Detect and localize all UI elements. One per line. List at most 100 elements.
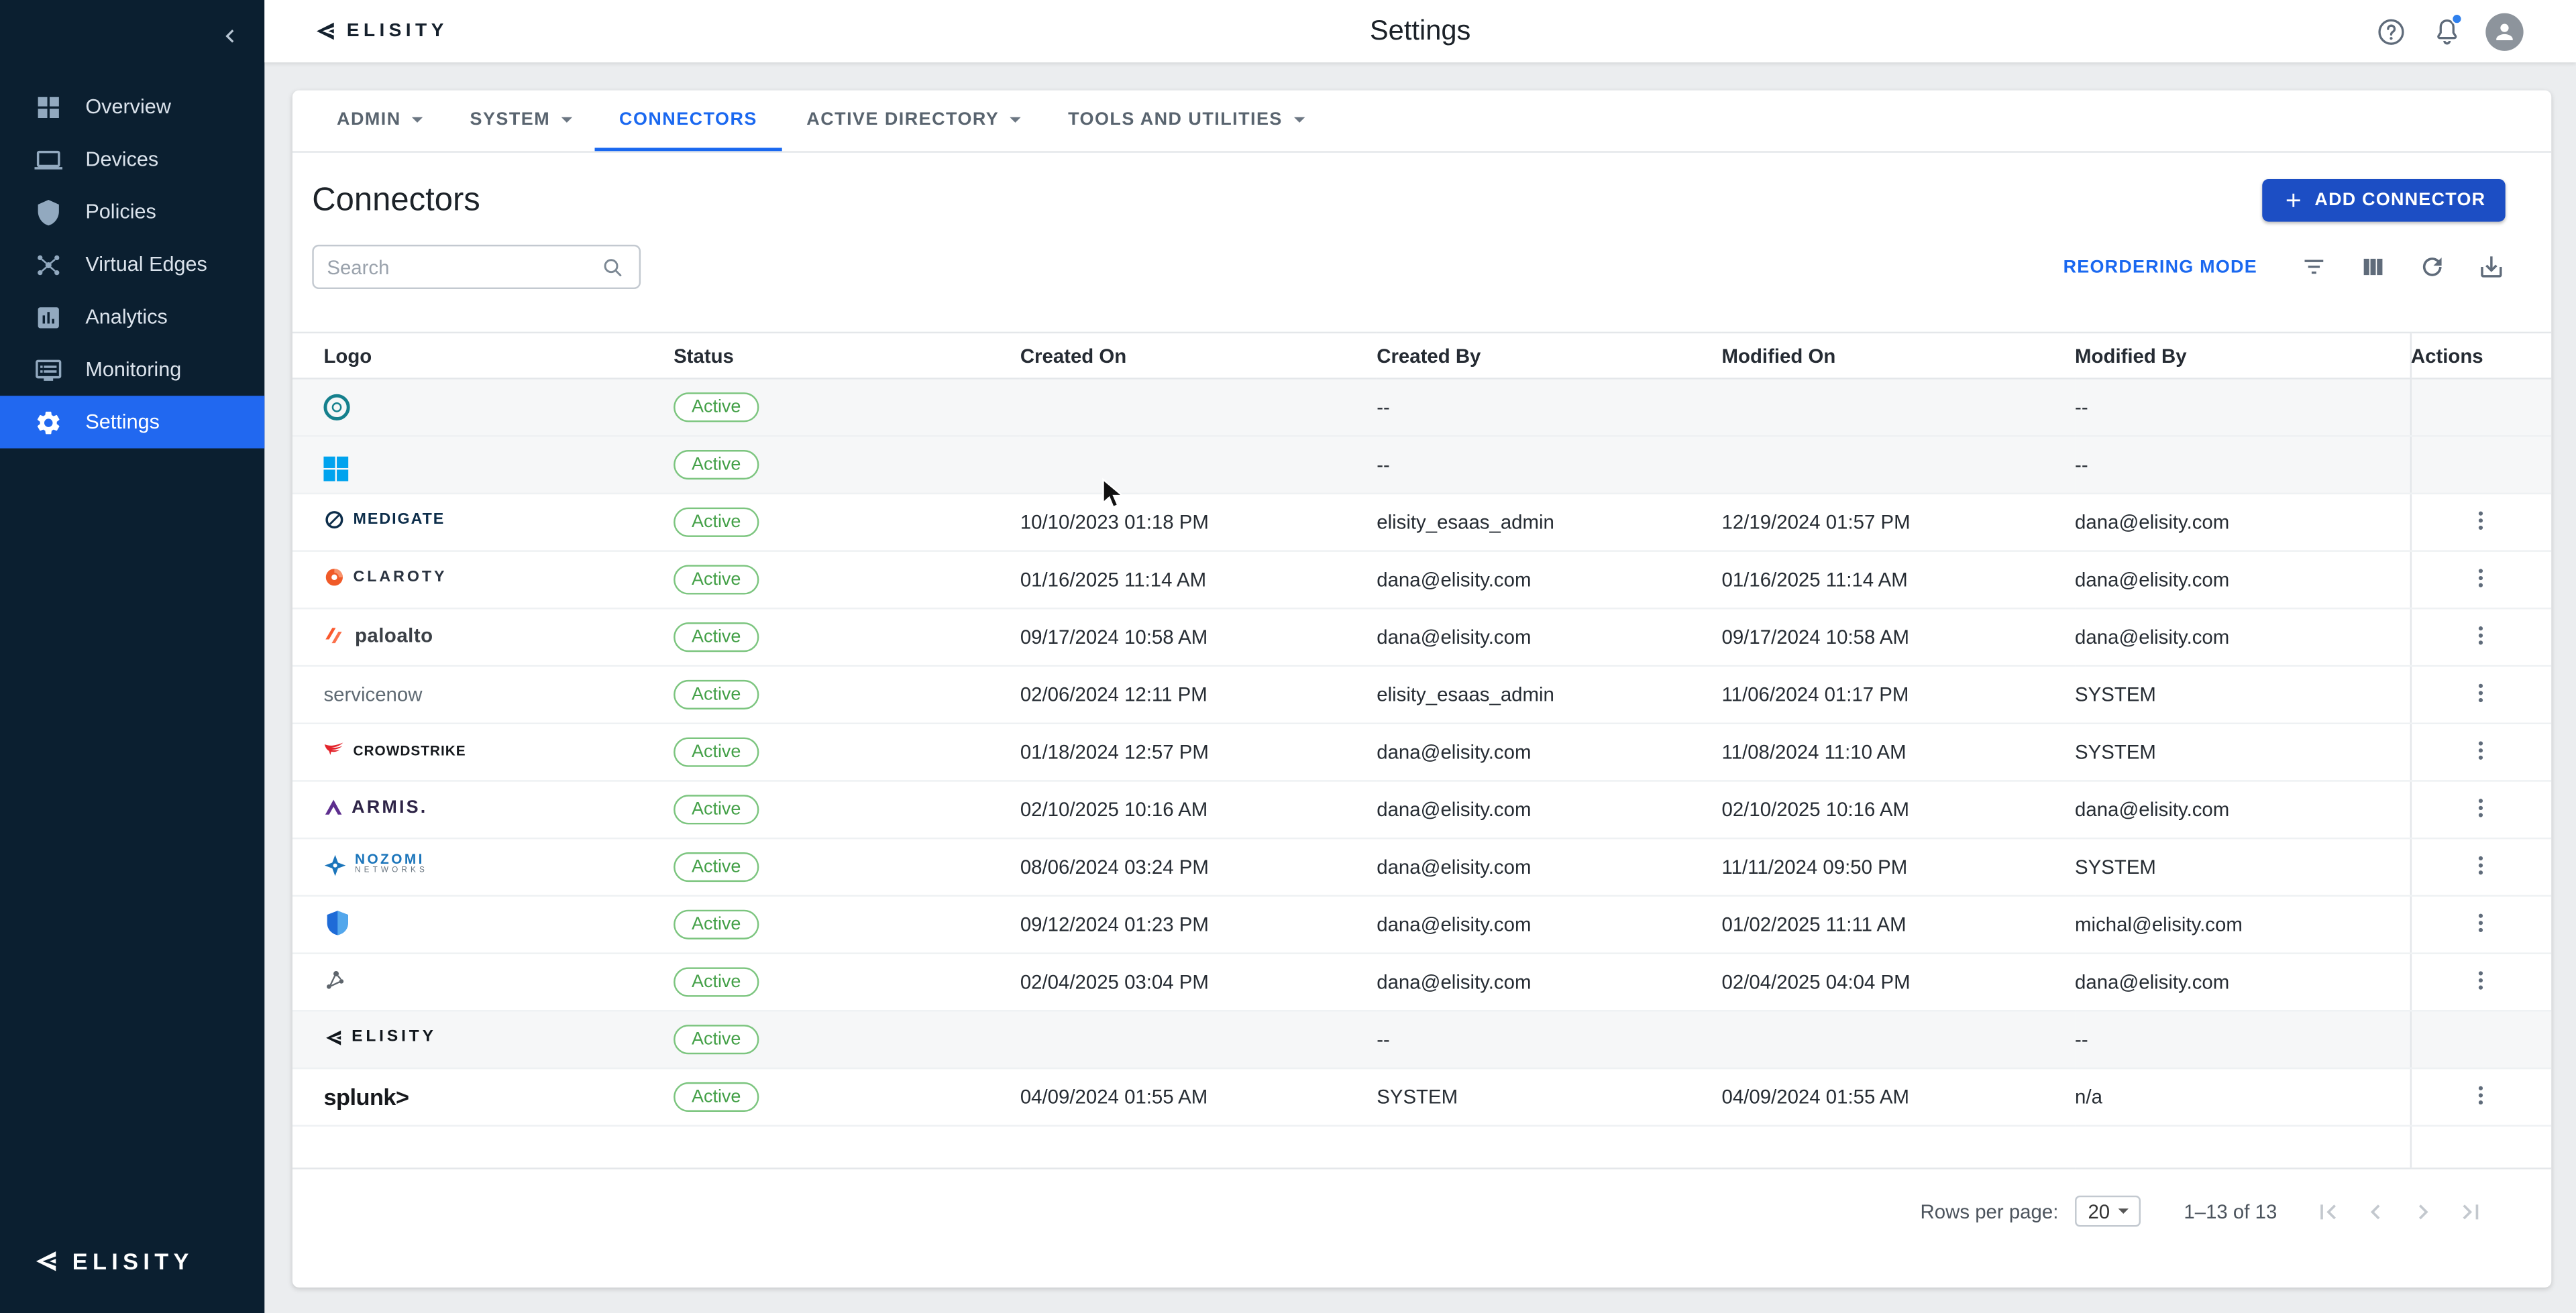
status-cell: Active	[674, 378, 1020, 436]
chevron-left-icon	[217, 23, 243, 49]
modified-on-cell: 12/19/2024 01:57 PM	[1722, 494, 2076, 551]
sidebar-item-virtual-edges[interactable]: Virtual Edges	[0, 238, 264, 290]
tab-connectors[interactable]: CONNECTORS	[594, 91, 782, 152]
column-header-modified-by: Modified By	[2075, 333, 2410, 379]
sidebar-item-settings[interactable]: Settings	[0, 396, 264, 448]
created-on-cell: 01/16/2025 11:14 AM	[1020, 551, 1377, 609]
connector-row: servicenowActive02/06/2024 12:11 PMelisi…	[292, 666, 2551, 724]
connector-logo-crowdstrike: CROWDSTRIKE	[323, 740, 466, 758]
modified-by-cell: SYSTEM	[2075, 724, 2410, 781]
logo-cell: NOZOMINETWORKS	[292, 838, 674, 896]
table-footer: Rows per page: 20 1–13 of 13	[292, 1169, 2551, 1227]
created-on-cell: 02/04/2025 03:04 PM	[1020, 954, 1377, 1011]
sidebar-item-overview[interactable]: Overview	[0, 80, 264, 133]
connectors-card: ADMINSYSTEMCONNECTORSACTIVE DIRECTORYTOO…	[292, 91, 2551, 1288]
help-icon	[2375, 15, 2406, 47]
refresh-button[interactable]	[2418, 253, 2447, 281]
connectors-table: LogoStatusCreated OnCreated ByModified O…	[292, 332, 2551, 1169]
status-cell: Active	[674, 1011, 1020, 1068]
help-button[interactable]	[2374, 15, 2407, 48]
tab-tools-and-utilities[interactable]: TOOLS AND UTILITIES	[1043, 91, 1327, 152]
download-button[interactable]	[2477, 253, 2506, 281]
connector-row: CLAROTYActive01/16/2025 11:14 AMdana@eli…	[292, 551, 2551, 609]
notifications-button[interactable]	[2430, 15, 2463, 48]
connector-logo-claroty: CLAROTY	[323, 567, 447, 588]
sidebar-collapse-button[interactable]	[212, 18, 248, 54]
rows-per-page-label: Rows per page:	[1921, 1200, 2059, 1222]
viewport-scaler: OverviewDevicesPoliciesVirtual EdgesAnal…	[0, 0, 2576, 1313]
sidebar-item-policies[interactable]: Policies	[0, 186, 264, 238]
actions-cell	[2410, 608, 2552, 666]
search-input[interactable]	[327, 255, 590, 278]
row-actions-menu-button[interactable]	[2468, 622, 2494, 648]
status-cell: Active	[674, 608, 1020, 666]
first-page-icon	[2313, 1196, 2343, 1226]
modified-on-cell: 02/10/2025 10:16 AM	[1722, 781, 2076, 838]
connector-row: NOZOMINETWORKSActive08/06/2024 03:24 PMd…	[292, 838, 2551, 896]
sidebar-brand: ELISITY	[33, 1248, 194, 1274]
row-actions-menu-button[interactable]	[2468, 1082, 2494, 1108]
row-actions-menu-button[interactable]	[2468, 679, 2494, 705]
tab-admin[interactable]: ADMIN	[312, 91, 445, 152]
sidebar-item-monitoring[interactable]: Monitoring	[0, 343, 264, 396]
filter-button[interactable]	[2300, 253, 2328, 281]
add-connector-button[interactable]: ADD CONNECTOR	[2262, 179, 2506, 222]
page-header-title: Settings	[264, 15, 2576, 48]
last-page-icon	[2456, 1196, 2485, 1226]
sidebar-item-analytics[interactable]: Analytics	[0, 290, 264, 343]
chevron-down-icon	[2112, 1199, 2137, 1224]
chevron-down-icon	[405, 106, 431, 132]
status-cell: Active	[674, 436, 1020, 494]
row-actions-menu-button[interactable]	[2468, 507, 2494, 533]
row-actions-menu-button[interactable]	[2468, 852, 2494, 878]
tab-label: TOOLS AND UTILITIES	[1068, 109, 1283, 129]
connector-logo-nozomi: NOZOMINETWORKS	[323, 853, 428, 877]
top-actions	[2374, 12, 2524, 50]
dashboard-icon	[34, 93, 62, 121]
created-by-cell: SYSTEM	[1377, 1068, 1721, 1126]
created-by-cell: dana@elisity.com	[1377, 896, 1721, 954]
actions-cell	[2410, 896, 2552, 954]
actions-cell	[2410, 1011, 2552, 1068]
status-cell: Active	[674, 896, 1020, 954]
first-page-button[interactable]	[2313, 1196, 2343, 1226]
columns-button[interactable]	[2359, 253, 2387, 281]
actions-cell	[2410, 551, 2552, 609]
created-on-cell: 10/10/2023 01:18 PM	[1020, 494, 1377, 551]
row-actions-menu-button[interactable]	[2468, 794, 2494, 820]
pagination-range: 1–13 of 13	[2184, 1200, 2277, 1222]
toolbar-icons	[2300, 253, 2506, 281]
connector-row: Active09/12/2024 01:23 PMdana@elisity.co…	[292, 896, 2551, 954]
modified-by-cell: dana@elisity.com	[2075, 494, 2410, 551]
row-actions-menu-button[interactable]	[2468, 966, 2494, 992]
chevron-left-button[interactable]	[2361, 1196, 2390, 1226]
monitor-icon	[34, 355, 62, 384]
status-cell: Active	[674, 781, 1020, 838]
row-actions-menu-button[interactable]	[2468, 564, 2494, 590]
row-actions-menu-button[interactable]	[2468, 736, 2494, 762]
notification-badge	[2451, 13, 2463, 25]
sidebar-item-label: Monitoring	[85, 358, 181, 381]
row-actions-menu-button[interactable]	[2468, 909, 2494, 935]
modified-on-cell: 11/06/2024 01:17 PM	[1722, 666, 2076, 724]
sidebar-brand-text: ELISITY	[72, 1248, 194, 1274]
person-icon	[2492, 19, 2517, 44]
tab-system[interactable]: SYSTEM	[445, 91, 594, 152]
column-header-actions: Actions	[2410, 333, 2552, 379]
filter-icon	[2300, 253, 2328, 281]
rows-per-page-select[interactable]: 20	[2075, 1196, 2141, 1227]
main-region: ELISITY Settings	[264, 0, 2576, 1313]
sidebar-item-devices[interactable]: Devices	[0, 133, 264, 185]
connector-logo-armis: ARMIS.	[323, 798, 427, 817]
user-avatar-button[interactable]	[2485, 12, 2523, 50]
created-by-cell: dana@elisity.com	[1377, 724, 1721, 781]
reordering-mode-button[interactable]: REORDERING MODE	[2063, 257, 2257, 276]
tab-active-directory[interactable]: ACTIVE DIRECTORY	[782, 91, 1044, 152]
last-page-button[interactable]	[2456, 1196, 2485, 1226]
logo-cell	[292, 436, 674, 494]
created-on-cell: 01/18/2024 12:57 PM	[1020, 724, 1377, 781]
chevron-right-button[interactable]	[2408, 1196, 2438, 1226]
elisity-logo-icon	[314, 19, 337, 42]
search-box[interactable]	[312, 245, 641, 289]
status-cell: Active	[674, 1068, 1020, 1126]
